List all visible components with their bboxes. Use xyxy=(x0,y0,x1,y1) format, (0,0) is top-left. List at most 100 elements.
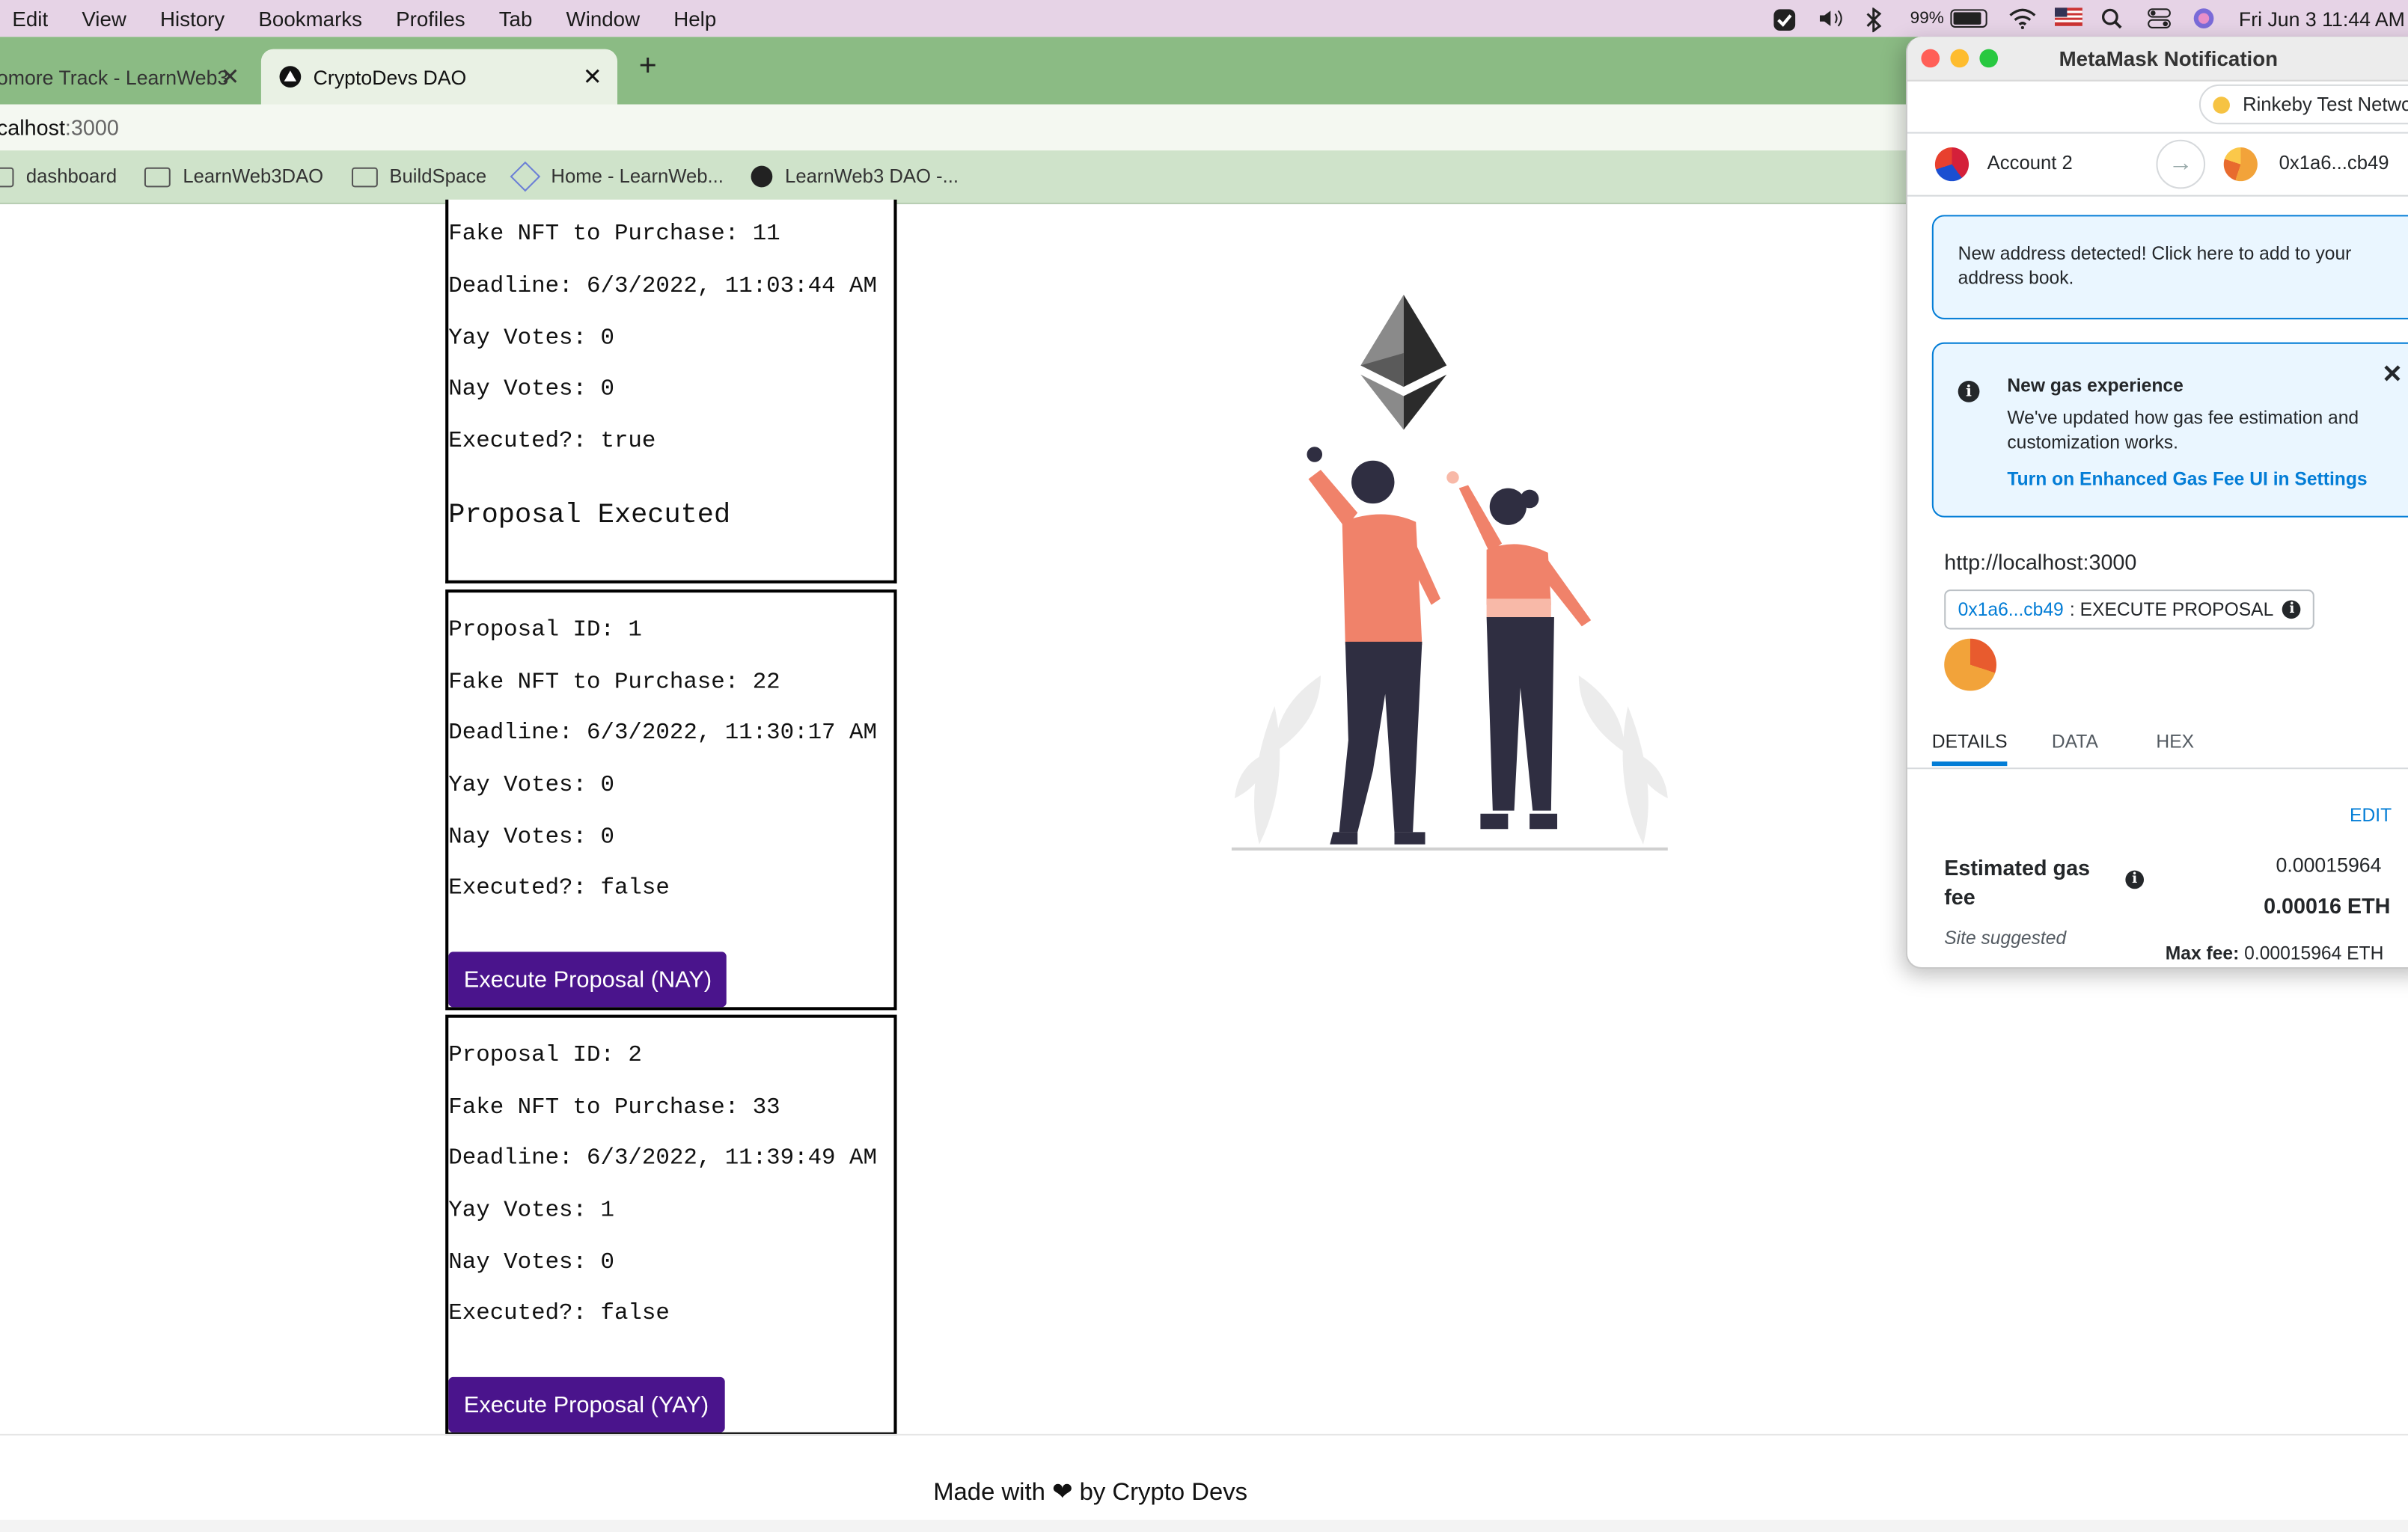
proposal-nft: Fake NFT to Purchase: 33 xyxy=(448,1094,780,1121)
gas-banner-title: New gas experience xyxy=(2007,374,2184,396)
network-name: Rinkeby Test Network xyxy=(2243,94,2408,115)
info-icon: i xyxy=(1958,380,1980,402)
wifi-icon[interactable] xyxy=(2008,7,2036,29)
learnweb3-logo-icon xyxy=(510,161,540,192)
new-address-notice[interactable]: New address detected! Click here to add … xyxy=(1931,215,2408,319)
menu-profiles[interactable]: Profiles xyxy=(396,7,465,30)
proposal-id: Proposal ID: 1 xyxy=(448,617,642,643)
bookmark-buildspace[interactable]: BuildSpace xyxy=(351,165,487,188)
crypto-devs-illustration xyxy=(1231,295,1668,851)
menu-tab[interactable]: Tab xyxy=(499,7,533,30)
contract-address[interactable]: 0x1a6...cb49 xyxy=(1958,598,2064,620)
volume-icon[interactable] xyxy=(1818,7,1843,29)
folder-icon xyxy=(0,166,14,187)
minimize-window-button[interactable] xyxy=(1950,49,1970,68)
metamask-window-title: MetaMask Notification xyxy=(2059,46,2279,70)
spotlight-search-icon[interactable] xyxy=(2100,7,2125,29)
max-fee-row: Max fee: 0.00015964 ETH xyxy=(2166,943,2384,964)
bluetooth-icon[interactable] xyxy=(1864,7,1889,34)
bookmark-learnweb3-github[interactable]: LearnWeb3 DAO -... xyxy=(751,165,959,188)
max-fee-label: Max fee: xyxy=(2165,943,2240,964)
metamask-title-bar: MetaMask Notification xyxy=(1907,37,2408,82)
bookmark-label: LearnWeb3 DAO -... xyxy=(785,165,959,188)
proposal-card-0: Fake NFT to Purchase: 11 Deadline: 6/3/2… xyxy=(445,199,897,583)
new-tab-plus-icon[interactable]: + xyxy=(639,49,657,85)
tab-learnweb3[interactable]: omore Track - LearnWeb3 ✕ xyxy=(0,49,255,105)
new-address-text: New address detected! Click here to add … xyxy=(1958,242,2352,289)
proposal-nay-votes: Nay Votes: 0 xyxy=(448,1249,614,1276)
proposal-nft: Fake NFT to Purchase: 11 xyxy=(448,221,780,248)
proposal-yay-votes: Yay Votes: 0 xyxy=(448,772,614,799)
tab-details[interactable]: DETAILS xyxy=(1931,731,2008,767)
bookmark-label: LearnWeb3DAO xyxy=(183,165,324,188)
to-address[interactable]: 0x1a6...cb49 xyxy=(2279,152,2389,174)
zoom-window-button[interactable] xyxy=(1979,49,1999,68)
close-tab-icon[interactable]: ✕ xyxy=(583,63,602,91)
close-tab-icon[interactable]: ✕ xyxy=(220,63,239,91)
menu-history[interactable]: History xyxy=(160,7,224,30)
transaction-tabs: DETAILS DATA HEX xyxy=(1907,725,2408,770)
proposal-executed-status: Proposal Executed xyxy=(448,500,731,532)
menu-window[interactable]: Window xyxy=(566,7,641,30)
proposal-yay-votes: Yay Votes: 0 xyxy=(448,325,614,352)
us-flag-icon[interactable] xyxy=(2054,7,2082,29)
proposal-deadline: Deadline: 6/3/2022, 11:39:49 AM xyxy=(448,1145,877,1171)
gas-fee-value: 0.00015964 xyxy=(2276,854,2382,877)
method-name: : EXECUTE PROPOSAL xyxy=(2069,598,2274,621)
man-figure xyxy=(1307,447,1441,845)
close-window-button[interactable] xyxy=(1921,49,1940,68)
bookmark-label: Home - LearnWeb... xyxy=(551,165,724,188)
from-account-name[interactable]: Account 2 xyxy=(1987,152,2073,174)
battery-indicator[interactable]: 99% xyxy=(1910,9,1987,28)
gas-banner-body: We've updated how gas fee estimation and… xyxy=(2007,406,2359,453)
tab-cryptodevs-dao[interactable]: CryptoDevs DAO ✕ xyxy=(260,49,618,105)
footer-divider xyxy=(0,1433,2408,1436)
account-avatar-icon xyxy=(1934,147,1970,182)
proposal-nft: Fake NFT to Purchase: 22 xyxy=(448,669,780,696)
tab-data[interactable]: DATA xyxy=(2052,731,2098,753)
proposal-card-2: Proposal ID: 2 Fake NFT to Purchase: 33 … xyxy=(445,1014,897,1436)
enhanced-gas-settings-link[interactable]: Turn on Enhanced Gas Fee UI in Settings xyxy=(2007,468,2367,490)
url-host: calhost xyxy=(0,114,65,140)
control-center-icon[interactable] xyxy=(2147,7,2172,29)
sender-recipient-bar: Account 2 → 0x1a6...cb49 xyxy=(1907,132,2408,197)
vercel-favicon-icon xyxy=(279,66,302,88)
tab-title: CryptoDevs DAO xyxy=(313,65,467,89)
max-fee-value: 0.00015964 ETH xyxy=(2244,943,2384,964)
tab-hex[interactable]: HEX xyxy=(2156,731,2194,753)
bookmark-dashboard[interactable]: dashboard xyxy=(0,166,117,187)
bookmark-label: BuildSpace xyxy=(389,165,487,188)
proposal-yay-votes: Yay Votes: 1 xyxy=(448,1197,614,1224)
menu-view[interactable]: View xyxy=(82,7,126,30)
proposal-executed: Executed?: false xyxy=(448,874,670,901)
recipient-avatar-icon xyxy=(2223,147,2258,182)
info-icon[interactable]: i xyxy=(2125,870,2145,889)
proposal-deadline: Deadline: 6/3/2022, 11:03:44 AM xyxy=(448,273,877,300)
menu-edit[interactable]: Edit xyxy=(12,7,48,30)
contract-method-chip[interactable]: 0x1a6...cb49 : EXECUTE PROPOSAL i xyxy=(1944,589,2315,630)
info-icon[interactable]: i xyxy=(2282,600,2302,619)
network-selector[interactable]: Rinkeby Test Network xyxy=(2199,84,2408,125)
ethereum-logo-icon xyxy=(1360,295,1447,430)
gas-experience-banner: i New gas experience We've updated how g… xyxy=(1931,342,2408,518)
bookmark-learnweb3dao[interactable]: LearnWeb3DAO xyxy=(144,165,324,188)
close-banner-icon[interactable]: ✕ xyxy=(2382,359,2403,390)
menu-help[interactable]: Help xyxy=(673,7,716,30)
footer-text: Made with ❤ by Crypto Devs xyxy=(933,1480,1248,1507)
menu-bookmarks[interactable]: Bookmarks xyxy=(258,7,362,30)
execute-proposal-yay-button[interactable]: Execute Proposal (YAY) xyxy=(448,1376,724,1433)
folder-icon xyxy=(351,166,377,187)
contract-identicon xyxy=(1944,638,1996,691)
menubar-clock[interactable]: Fri Jun 3 11:44 AM xyxy=(2239,7,2405,30)
mac-menu-bar: Edit View History Bookmarks Profiles Tab… xyxy=(0,0,2408,37)
edit-gas-button[interactable]: EDIT xyxy=(2350,804,2392,826)
proposal-nay-votes: Nay Votes: 0 xyxy=(448,376,614,402)
woman-figure xyxy=(1446,471,1592,830)
checkmark-app-icon[interactable] xyxy=(1772,7,1797,31)
site-origin: http://localhost:3000 xyxy=(1944,549,2137,574)
arrow-right-icon: → xyxy=(2156,139,2206,189)
battery-percent: 99% xyxy=(1910,9,1944,28)
siri-icon[interactable] xyxy=(2192,7,2217,29)
execute-proposal-nay-button[interactable]: Execute Proposal (NAY) xyxy=(448,952,727,1008)
bookmark-home-learnweb3[interactable]: Home - LearnWeb... xyxy=(510,161,724,192)
